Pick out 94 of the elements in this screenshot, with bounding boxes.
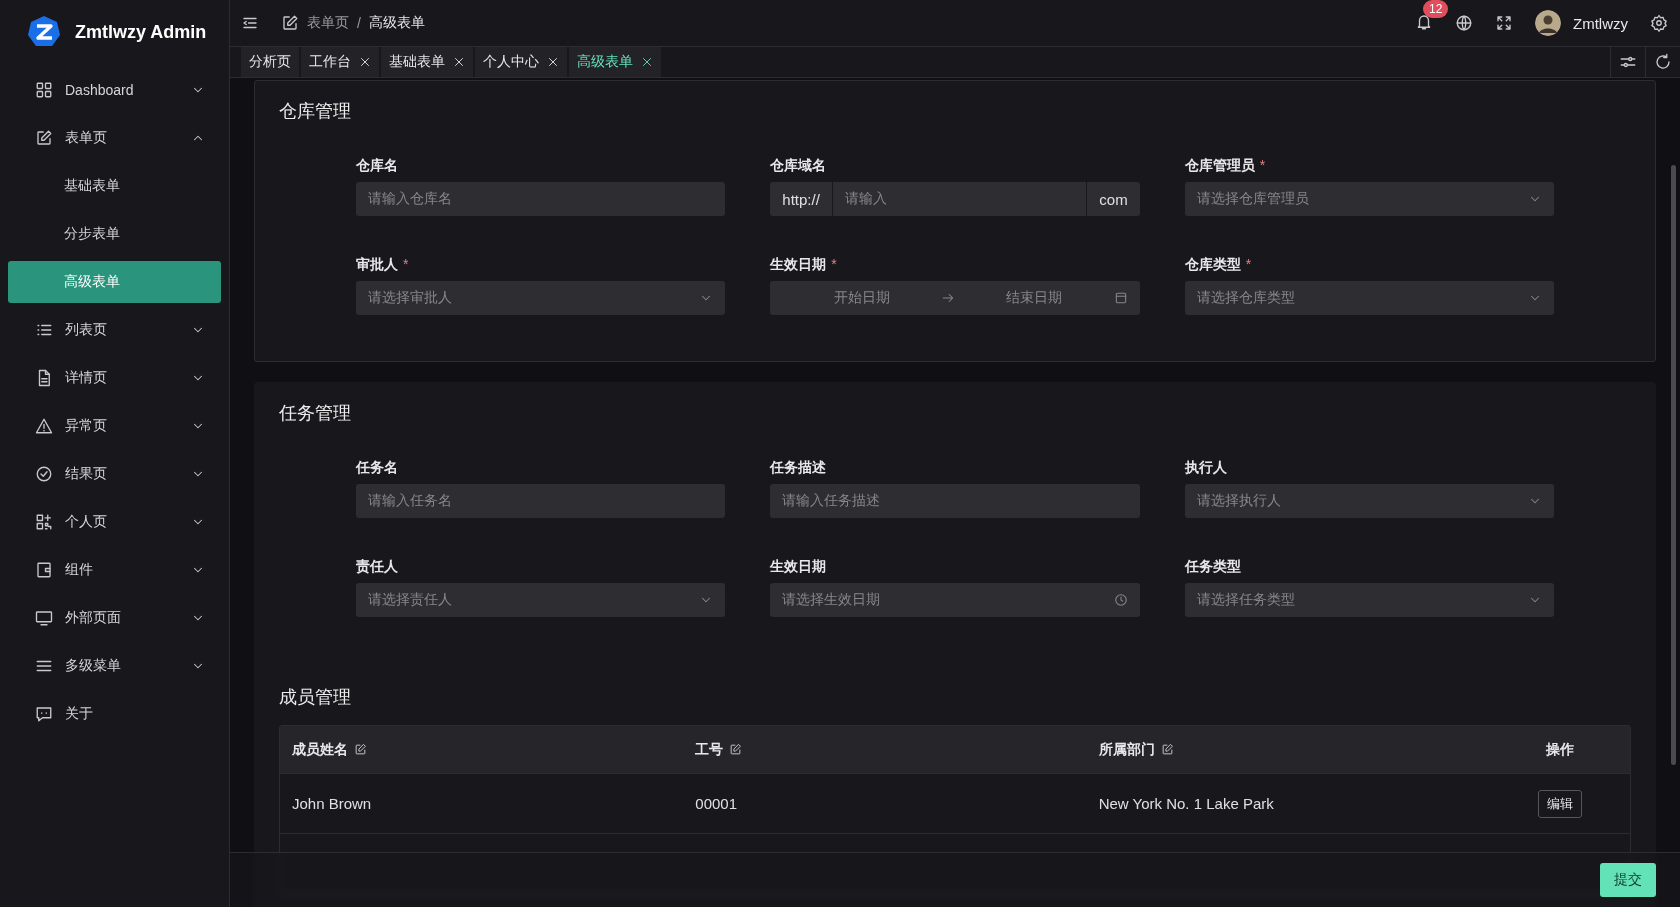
tab[interactable]: 高级表单 — [569, 47, 661, 77]
select-field[interactable]: 请选择仓库类型 — [1184, 281, 1554, 315]
tab[interactable]: 分析页 — [241, 47, 299, 77]
submenu-item[interactable]: 高级表单 — [8, 261, 221, 303]
column-header: 成员姓名 — [292, 740, 348, 759]
user-name[interactable]: Zmtlwzy — [1573, 14, 1628, 32]
input-field[interactable]: 请输入任务描述 — [770, 484, 1140, 518]
field-label: 执行人 — [1184, 458, 1227, 477]
field-label: 任务类型 — [1184, 557, 1241, 576]
edit-icon — [281, 14, 299, 32]
section-title: 任务管理 — [279, 402, 352, 425]
field-label: 仓库管理员 — [1184, 156, 1255, 175]
edit-button[interactable]: 编辑 — [1538, 789, 1582, 818]
field-label: 任务描述 — [770, 458, 827, 477]
breadcrumb-link[interactable]: 高级表单 — [368, 14, 425, 32]
tab[interactable]: 工作台 — [301, 47, 379, 77]
section-title: 仓库管理 — [279, 100, 352, 123]
input-field[interactable]: 请输入仓库名 — [356, 182, 726, 216]
field-label: 生效日期 — [770, 255, 827, 274]
scrollbar[interactable] — [1671, 165, 1676, 765]
tab[interactable]: 个人中心 — [475, 47, 567, 77]
table-cell: New York No. 1 Lake Park — [1098, 795, 1274, 812]
menu-item[interactable]: 关于 — [8, 693, 221, 735]
section-title: 成员管理 — [279, 686, 352, 709]
table-cell: John Brown — [292, 795, 372, 812]
edit-icon — [354, 743, 367, 756]
table-cell: 00001 — [695, 795, 738, 812]
input-field[interactable]: 请输入任务名 — [356, 484, 726, 518]
clock-icon — [1113, 593, 1128, 607]
app-title: Zmtlwzy Admin — [75, 21, 207, 43]
grid-icon — [35, 81, 53, 99]
qr-code-icon — [35, 513, 53, 531]
required-mark: * — [831, 255, 837, 274]
close-icon — [547, 56, 559, 68]
date-range-field[interactable]: 开始日期 结束日期 — [770, 281, 1140, 315]
settings-icon — [1650, 14, 1668, 32]
fullscreen-icon — [1495, 14, 1513, 32]
field-label: 生效日期 — [770, 557, 827, 576]
monitor-icon — [35, 609, 53, 627]
select-field[interactable]: 请选择任务类型 — [1184, 583, 1554, 617]
wallet-icon — [35, 561, 53, 579]
menu-item[interactable]: 结果页 — [8, 453, 221, 495]
breadcrumb-link[interactable]: 表单页 — [307, 14, 349, 32]
tab[interactable]: 基础表单 — [381, 47, 473, 77]
menu-item[interactable]: 列表页 — [8, 309, 221, 351]
menu-item[interactable]: 组件 — [8, 549, 221, 591]
required-mark: * — [1245, 255, 1252, 274]
select-field[interactable]: 请选择仓库管理员 — [1184, 182, 1554, 216]
column-header: 操作 — [1546, 740, 1574, 759]
select-field[interactable]: 请选择执行人 — [1184, 484, 1554, 518]
chat-icon — [35, 705, 53, 723]
field-label: 审批人 — [356, 255, 398, 274]
check-circle-icon — [35, 465, 53, 483]
edit-icon — [729, 743, 743, 756]
menu-item[interactable]: 个人页 — [8, 501, 221, 543]
field-label: 责任人 — [356, 557, 398, 576]
date-field[interactable]: 请选择生效日期 — [770, 583, 1140, 617]
submit-button[interactable]: 提交 — [1600, 863, 1656, 897]
menu-item[interactable]: Dashboard — [8, 69, 221, 111]
select-field[interactable]: 请选择责任人 — [356, 583, 726, 617]
edit-icon — [35, 129, 53, 147]
input-field[interactable]: 请输入 — [832, 182, 1087, 216]
required-mark: * — [1259, 156, 1266, 175]
menu-item[interactable]: 表单页 — [8, 117, 221, 159]
url-suffix: com — [1086, 182, 1140, 216]
refresh-icon — [1654, 53, 1672, 71]
menu-item[interactable]: 详情页 — [8, 357, 221, 399]
field-label: 任务名 — [356, 458, 398, 477]
bell-icon — [1415, 12, 1433, 31]
close-icon — [359, 56, 371, 68]
column-header: 工号 — [695, 740, 724, 759]
menu-item[interactable]: 异常页 — [8, 405, 221, 447]
select-field[interactable]: 请选择审批人 — [356, 281, 726, 315]
notification-badge: 12 — [1423, 0, 1449, 18]
calendar-icon — [1113, 291, 1128, 305]
submenu-item[interactable]: 分步表单 — [8, 213, 221, 255]
menu-item[interactable]: 多级菜单 — [8, 645, 221, 687]
submenu-item[interactable]: 基础表单 — [8, 165, 221, 207]
logo-icon — [27, 15, 61, 49]
field-label: 仓库域名 — [770, 156, 827, 175]
field-label: 仓库名 — [356, 156, 398, 175]
warning-icon — [35, 417, 53, 435]
column-header: 所属部门 — [1098, 740, 1155, 759]
arrow-right-icon — [941, 291, 955, 305]
field-label: 仓库类型 — [1184, 255, 1241, 274]
breadcrumb-separator: / — [357, 15, 361, 31]
close-icon — [641, 56, 653, 68]
globe-icon — [1455, 14, 1473, 32]
close-icon — [453, 56, 465, 68]
menu-item[interactable]: 外部页面 — [8, 597, 221, 639]
required-mark: * — [403, 255, 409, 274]
url-prefix: http:// — [770, 182, 833, 216]
edit-icon — [1160, 743, 1174, 756]
avatar-icon[interactable] — [1535, 10, 1561, 36]
